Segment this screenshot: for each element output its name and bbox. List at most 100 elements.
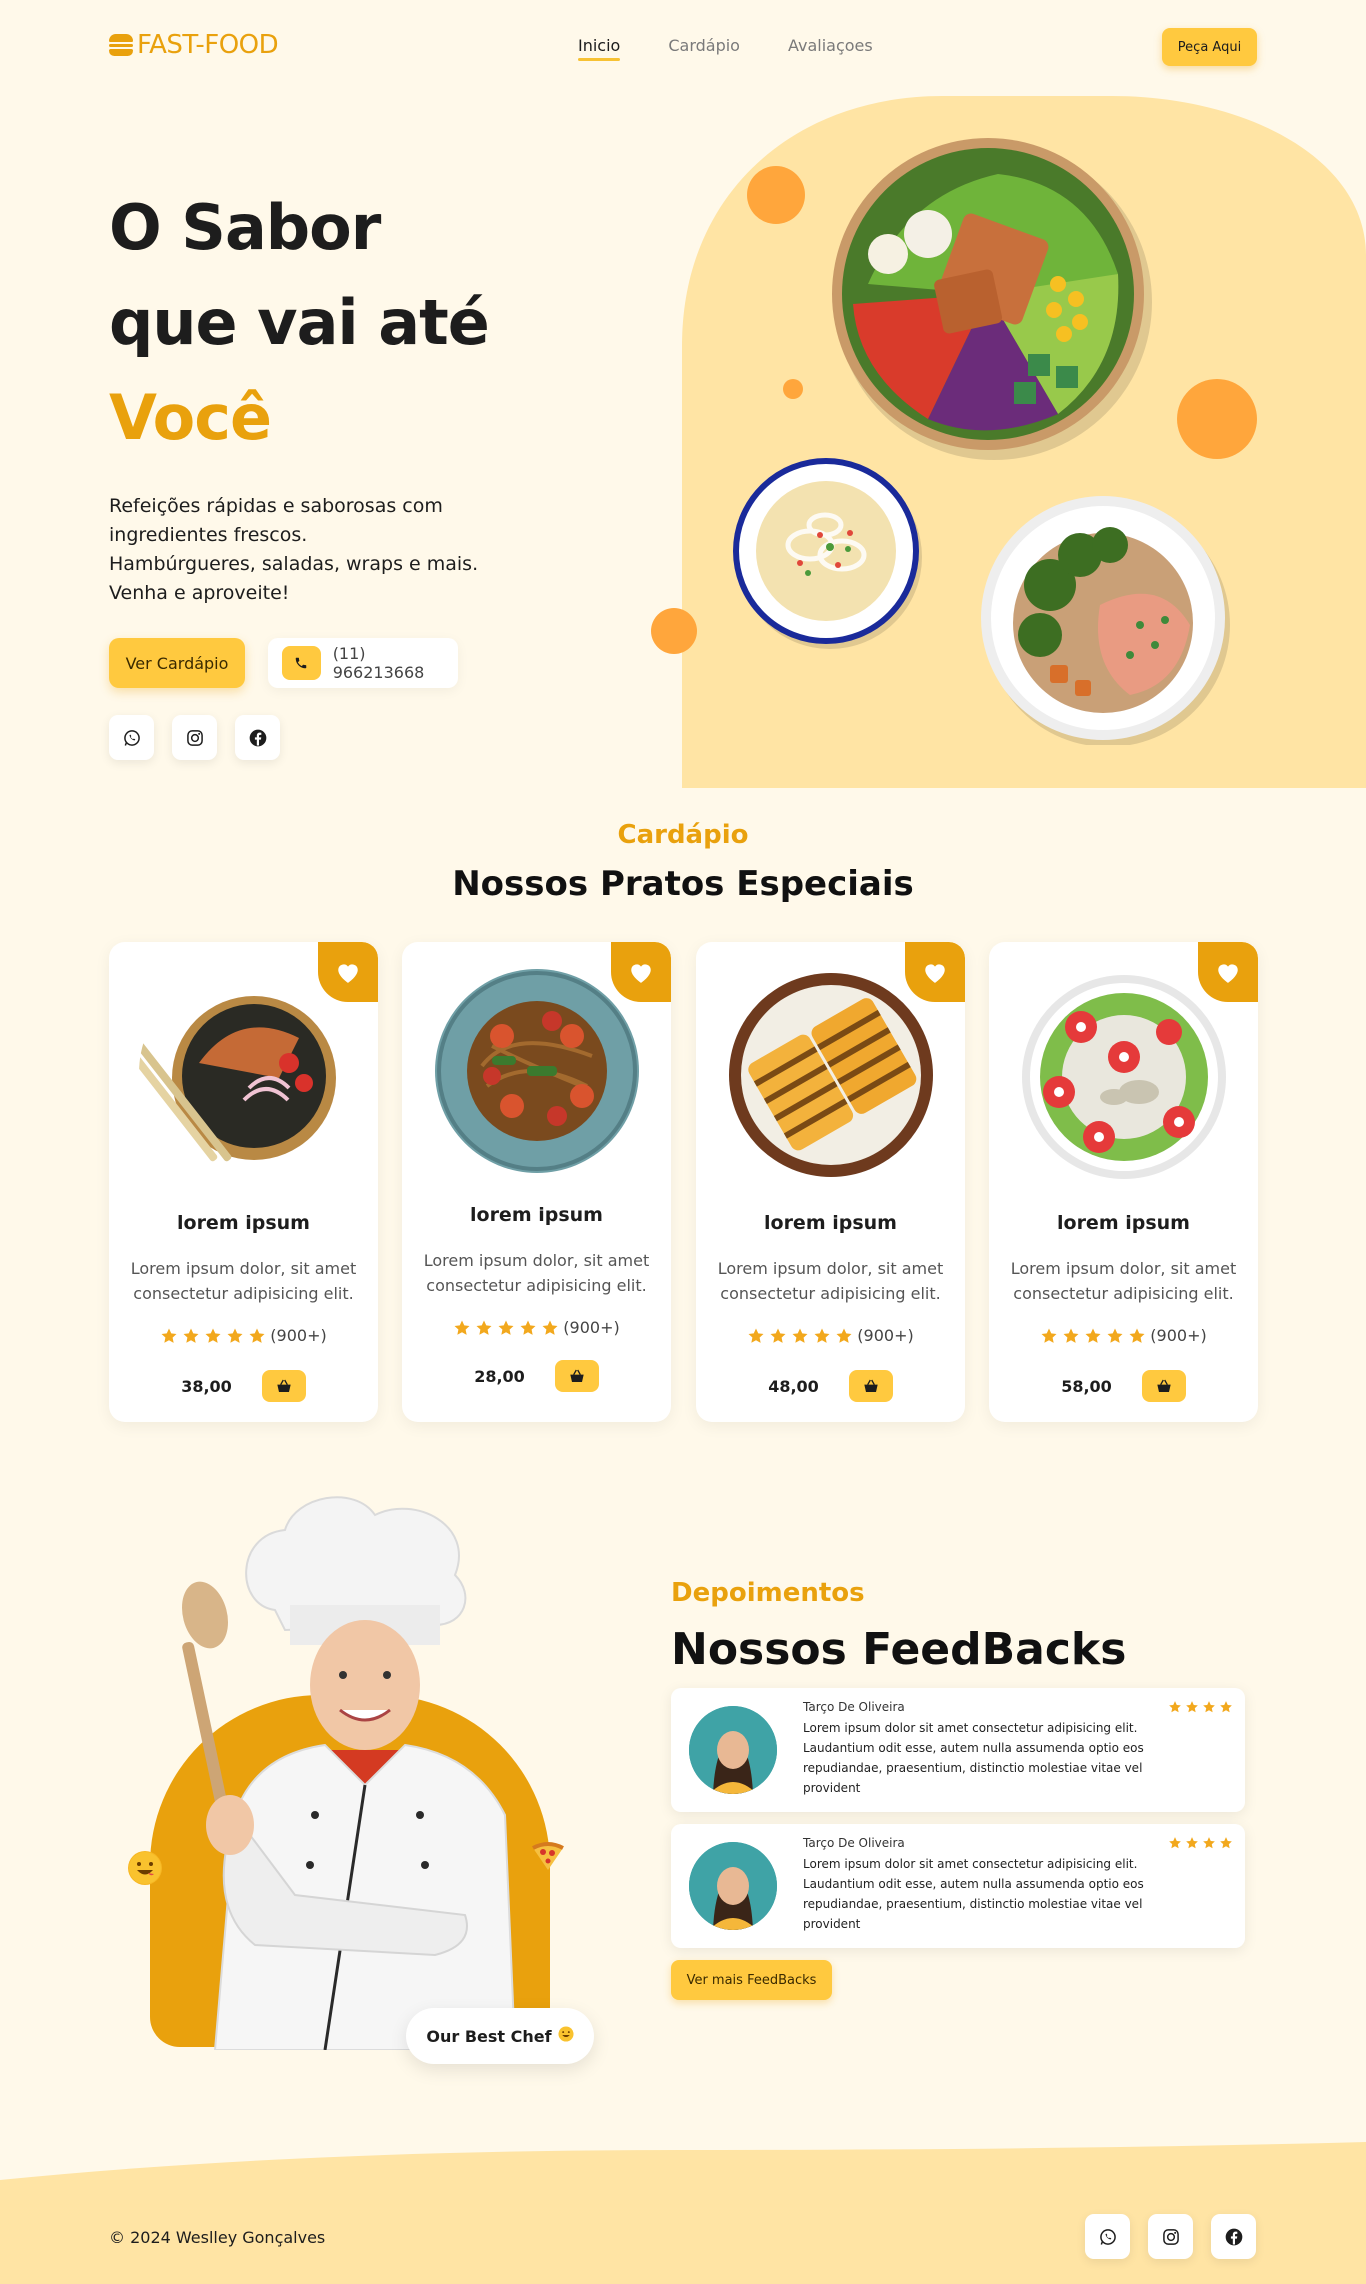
favorite-button[interactable]	[1198, 942, 1258, 1002]
heart-icon	[925, 964, 945, 983]
hero-description: Refeições rápidas e saborosas com ingred…	[109, 492, 509, 608]
card-price: 28,00	[474, 1366, 525, 1386]
star-icon	[1220, 1701, 1232, 1713]
card-desc-line: Lorem ipsum dolor, sit amet	[130, 1259, 357, 1278]
rating-stars	[1168, 1836, 1233, 1850]
phone-icon	[282, 646, 321, 680]
star-icon	[1186, 1837, 1198, 1849]
favorite-button[interactable]	[905, 942, 965, 1002]
star-icon	[1169, 1837, 1181, 1849]
avatar	[689, 1706, 777, 1794]
view-menu-button[interactable]: Ver Cardápio	[109, 638, 245, 688]
menu-title: Nossos Pratos Especiais	[452, 864, 914, 904]
decor-dot	[1177, 379, 1257, 459]
card-price-row: 38,00	[109, 1370, 378, 1402]
add-to-basket-button[interactable]	[261, 1370, 306, 1402]
star-icon	[1107, 1328, 1123, 1343]
card-rating: (900+)	[989, 1326, 1258, 1345]
card-price: 38,00	[181, 1376, 232, 1396]
basket-icon	[1157, 1379, 1171, 1392]
nav-item-cardapio[interactable]: Cardápio	[668, 36, 740, 55]
star-icon	[1063, 1328, 1079, 1343]
phone-contact[interactable]: (11) 966213668	[268, 638, 458, 688]
menu-subtitle: Cardápio	[617, 820, 749, 850]
menu-card[interactable]: lorem ipsum Lorem ipsum dolor, sit amet …	[109, 942, 378, 1422]
poke-bowl-image	[138, 996, 336, 1162]
star-icon	[476, 1320, 492, 1335]
decor-dot	[783, 379, 803, 399]
favorite-button[interactable]	[318, 942, 378, 1002]
card-desc-line: Lorem ipsum dolor, sit amet	[423, 1251, 650, 1270]
star-icon	[1203, 1837, 1215, 1849]
star-icon	[836, 1328, 852, 1343]
hero-desc-line: ingredientes frescos.	[109, 524, 308, 546]
hero-desc-line: Refeições rápidas e saborosas com	[109, 495, 443, 517]
star-icon	[1129, 1328, 1145, 1343]
rating-stars	[160, 1327, 266, 1345]
basket-icon	[277, 1379, 291, 1392]
decor-dot	[651, 608, 697, 654]
add-to-basket-button[interactable]	[1141, 1370, 1186, 1402]
decor-dot	[747, 166, 805, 224]
card-price-row: 48,00	[696, 1370, 965, 1402]
card-desc-line: Lorem ipsum dolor, sit amet	[717, 1259, 944, 1278]
main-nav: Inicio Cardápio Avaliaçoes	[578, 36, 873, 61]
star-icon	[498, 1320, 514, 1335]
card-rating: (900+)	[109, 1326, 378, 1345]
add-to-basket-button[interactable]	[848, 1370, 893, 1402]
avatar	[689, 1842, 777, 1930]
nav-item-inicio[interactable]: Inicio	[578, 36, 621, 61]
star-icon	[183, 1328, 199, 1343]
card-title: lorem ipsum	[177, 1212, 310, 1234]
logo-text: FAST-FOOD	[137, 30, 279, 60]
favorite-button[interactable]	[611, 942, 671, 1002]
menu-card[interactable]: lorem ipsum Lorem ipsum dolor, sit amet …	[402, 942, 671, 1422]
star-icon	[161, 1328, 177, 1343]
hero-socials	[109, 715, 280, 760]
whatsapp-icon[interactable]	[109, 715, 154, 760]
order-button[interactable]: Peça Aqui	[1162, 28, 1257, 66]
star-icon	[1041, 1328, 1057, 1343]
noodles-plate-image	[434, 969, 639, 1173]
menu-card[interactable]: lorem ipsum Lorem ipsum dolor, sit amet …	[989, 942, 1258, 1422]
facebook-icon[interactable]	[235, 715, 280, 760]
footer-socials	[1085, 2214, 1256, 2259]
card-price: 58,00	[1061, 1376, 1112, 1396]
smile-emoji-icon	[128, 1851, 162, 1885]
footer-background	[0, 2142, 1366, 2284]
more-feedbacks-button[interactable]: Ver mais FeedBacks	[671, 1960, 832, 2000]
whatsapp-icon[interactable]	[1085, 2214, 1130, 2259]
facebook-icon[interactable]	[1211, 2214, 1256, 2259]
nav-item-avaliacoes[interactable]: Avaliaçoes	[788, 36, 873, 55]
phone-number: (11) 966213668	[332, 644, 425, 682]
menu-card[interactable]: lorem ipsum Lorem ipsum dolor, sit amet …	[696, 942, 965, 1422]
chef-tag-label: Our Best Chef	[426, 2026, 552, 2046]
rating-stars	[1040, 1327, 1146, 1345]
star-icon	[454, 1320, 470, 1335]
grilled-sandwich-image	[728, 973, 933, 1177]
star-icon	[1085, 1328, 1101, 1343]
instagram-icon[interactable]	[172, 715, 217, 760]
rating-stars	[453, 1319, 559, 1337]
card-price: 48,00	[768, 1376, 819, 1396]
star-icon	[814, 1328, 830, 1343]
card-desc-line: consectetur adipisicing elit.	[426, 1276, 647, 1295]
star-icon	[792, 1328, 808, 1343]
star-icon	[1203, 1701, 1215, 1713]
review-count: (900+)	[857, 1326, 914, 1345]
card-price-row: 58,00	[989, 1370, 1258, 1402]
feedback-card: Tarço De Oliveira Lorem ipsum dolor sit …	[671, 1824, 1245, 1948]
star-icon	[748, 1328, 764, 1343]
card-title: lorem ipsum	[1057, 1212, 1190, 1234]
ceviche-plate-image	[733, 458, 922, 649]
hero-desc-line: Hambúrgueres, saladas, wraps e mais.	[109, 553, 479, 575]
chef-tag: Our Best Chef	[406, 2008, 594, 2064]
feedback-card: Tarço De Oliveira Lorem ipsum dolor sit …	[671, 1688, 1245, 1812]
logo[interactable]: FAST-FOOD	[109, 30, 279, 60]
review-count: (900+)	[270, 1326, 327, 1345]
add-to-basket-button[interactable]	[554, 1360, 599, 1392]
copyright: © 2024 Weslley Gonçalves	[109, 2228, 326, 2247]
basket-icon	[570, 1369, 584, 1382]
instagram-icon[interactable]	[1148, 2214, 1193, 2259]
star-icon	[1220, 1837, 1232, 1849]
